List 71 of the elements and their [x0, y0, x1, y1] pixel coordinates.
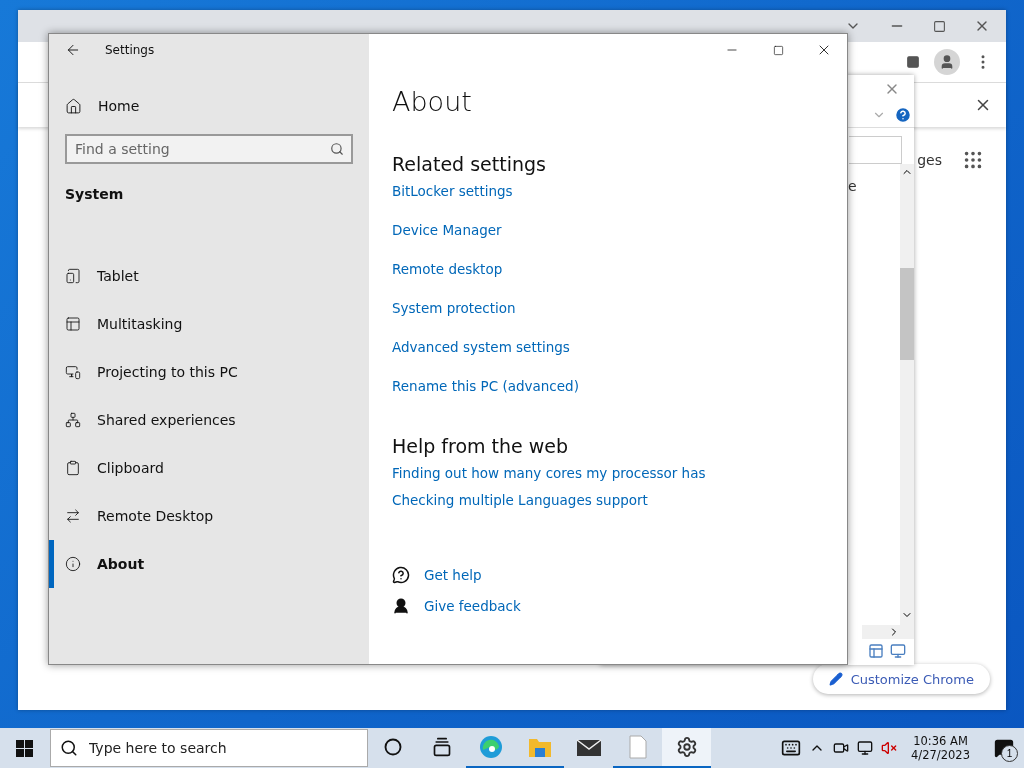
time-text: 10:36 AM — [913, 734, 968, 748]
settings-icon — [675, 736, 698, 758]
images-link[interactable]: ges — [917, 152, 942, 168]
scroll-thumb[interactable] — [900, 268, 914, 360]
horizontal-scrollbar[interactable] — [862, 625, 914, 639]
shared-icon — [65, 412, 81, 428]
help-icon[interactable] — [894, 106, 912, 124]
section-heading: System — [64, 185, 125, 204]
nav-item[interactable]: Projecting to this PC — [49, 348, 369, 396]
section-heading: Help from the web — [392, 435, 570, 457]
dialog-text: e — [848, 178, 857, 194]
cortana-icon — [383, 738, 402, 756]
details-view-icon[interactable] — [868, 643, 884, 659]
home-link[interactable]: Home — [49, 82, 369, 130]
maximize-icon — [772, 44, 784, 56]
mail-icon — [575, 737, 602, 757]
clipboard-icon — [65, 460, 81, 476]
action-link[interactable]: Give feedback — [392, 590, 824, 621]
feedback-icon — [392, 596, 410, 615]
nav-item[interactable]: Multitasking — [49, 300, 369, 348]
nav-item[interactable]: Tablet — [49, 252, 369, 300]
nav-item[interactable]: Clipboard — [49, 444, 369, 492]
settings-link[interactable]: System protection — [392, 298, 824, 337]
window-title: Settings — [105, 43, 155, 57]
multitasking-icon — [65, 316, 81, 332]
windows-logo-icon — [15, 739, 33, 757]
notification-button[interactable]: 1 — [984, 728, 1024, 768]
pencil-icon — [828, 672, 843, 686]
action-link[interactable]: Get help — [392, 559, 824, 590]
search-icon — [330, 142, 344, 156]
document-icon — [628, 735, 647, 759]
remote-icon — [65, 508, 81, 524]
customize-chrome-button[interactable]: Customize Chrome — [812, 664, 990, 694]
apps-icon[interactable] — [962, 149, 984, 171]
taskbar-search-field[interactable]: Type here to search — [50, 729, 368, 767]
folder-icon — [527, 736, 552, 758]
taskbar-app[interactable] — [662, 728, 711, 768]
settings-link[interactable]: Remote desktop — [392, 259, 824, 298]
info-icon — [65, 556, 81, 572]
search-icon — [60, 739, 78, 757]
help-icon — [392, 565, 410, 584]
scrollbar[interactable] — [900, 164, 914, 625]
camera-icon[interactable] — [833, 740, 850, 756]
notification-count: 1 — [1001, 745, 1018, 762]
settings-link[interactable]: Advanced system settings — [392, 337, 824, 376]
task-view-icon — [431, 737, 452, 757]
date-text: 4/27/2023 — [911, 748, 970, 762]
screens-icon — [65, 364, 81, 380]
network-icon[interactable] — [857, 740, 874, 756]
tablet-icon — [65, 268, 81, 284]
volume-muted-icon[interactable] — [881, 740, 898, 756]
settings-link[interactable]: Device Manager — [392, 220, 824, 259]
edge-icon — [478, 735, 503, 759]
settings-link[interactable]: Rename this PC (advanced) — [392, 376, 824, 415]
page-title: About — [392, 86, 473, 117]
home-icon — [65, 97, 82, 115]
maximize-icon[interactable] — [933, 19, 946, 33]
clock[interactable]: 10:36 AM 4/27/2023 — [905, 734, 976, 762]
dialog-input-field[interactable] — [849, 136, 902, 164]
search-field[interactable]: Find a setting — [65, 134, 353, 164]
settings-link[interactable]: BitLocker settings — [392, 181, 824, 220]
section-heading: Related settings — [392, 153, 547, 175]
help-link[interactable]: Finding out how many cores my processor has — [392, 463, 824, 490]
preview-view-icon[interactable] — [890, 643, 906, 659]
profile-avatar[interactable] — [934, 49, 960, 75]
nav-item[interactable]: Remote Desktop — [49, 492, 369, 540]
keyboard-icon[interactable] — [781, 738, 802, 758]
nav-item[interactable]: Shared experiences — [49, 396, 369, 444]
side-panel-icon[interactable] — [906, 55, 920, 69]
back-button[interactable] — [65, 42, 81, 58]
help-link[interactable]: Checking multiple Languages support — [392, 490, 824, 517]
